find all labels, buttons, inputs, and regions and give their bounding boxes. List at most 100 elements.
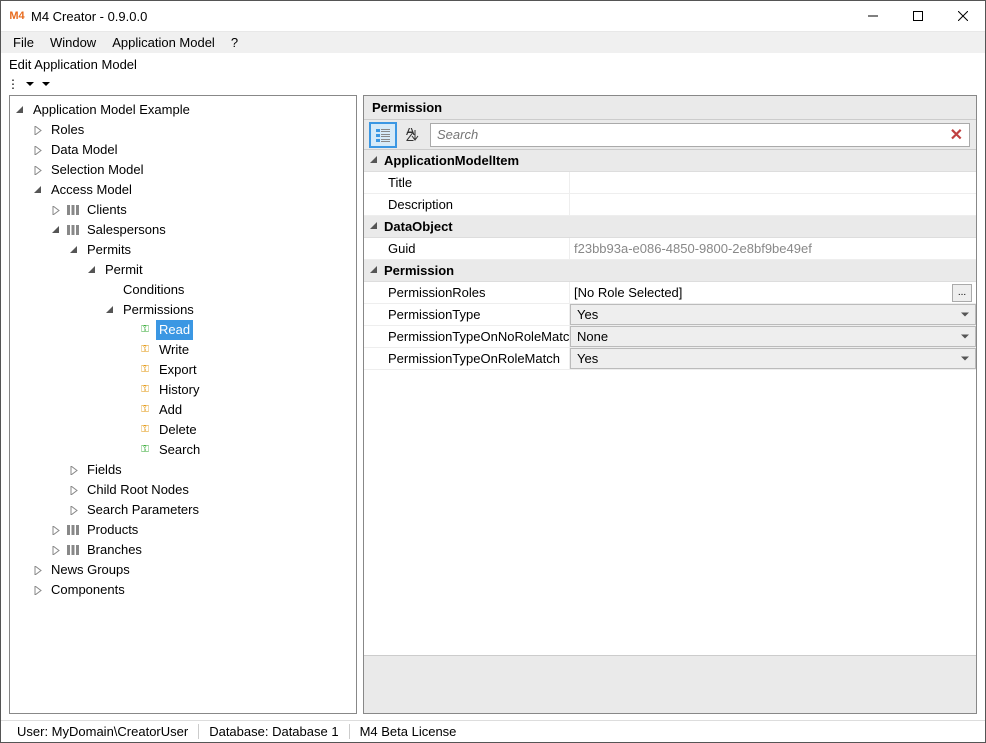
alphabetical-button[interactable]: AZ <box>400 123 426 147</box>
tree-components[interactable]: Components <box>30 580 354 600</box>
properties-grid: ApplicationModelItem Title Description D… <box>364 150 976 655</box>
properties-toolbar: AZ ✕ <box>364 120 976 150</box>
tree-read[interactable]: ⚿Read <box>120 320 354 340</box>
tree-child-root-nodes[interactable]: Child Root Nodes <box>66 480 354 500</box>
collapse-icon[interactable] <box>86 264 98 276</box>
status-user: User: MyDomain\CreatorUser <box>7 724 199 739</box>
category-dataobject[interactable]: DataObject <box>364 216 976 238</box>
tree-export[interactable]: ⚿Export <box>120 360 354 380</box>
tree-delete[interactable]: ⚿Delete <box>120 420 354 440</box>
expand-icon[interactable] <box>68 464 80 476</box>
panel-caption: Edit Application Model <box>1 53 985 75</box>
prop-type-select[interactable]: Yes <box>570 304 976 325</box>
table-icon <box>66 225 80 235</box>
expand-icon[interactable] <box>50 524 62 536</box>
tree-clients[interactable]: Clients <box>48 200 354 220</box>
prop-permission-roles[interactable]: PermissionRoles[No Role Selected]... <box>364 282 976 304</box>
collapse-icon[interactable] <box>368 221 380 233</box>
search-input[interactable] <box>437 127 950 142</box>
close-button[interactable] <box>940 1 985 31</box>
titlebar: M4 M4 Creator - 0.9.0.0 <box>1 1 985 31</box>
tiny-toolbar: ⋮ <box>1 75 985 93</box>
properties-description-area <box>364 655 976 713</box>
maximize-button[interactable] <box>895 1 940 31</box>
key-icon: ⚿ <box>138 400 152 420</box>
prop-desc-value[interactable] <box>570 194 976 215</box>
prop-rolematch-select[interactable]: Yes <box>570 348 976 369</box>
category-app-item[interactable]: ApplicationModelItem <box>364 150 976 172</box>
expand-icon[interactable] <box>50 204 62 216</box>
tree-news-groups[interactable]: News Groups <box>30 560 354 580</box>
prop-title-value[interactable] <box>570 172 976 193</box>
tree-branches[interactable]: Branches <box>48 540 354 560</box>
properties-panel: Permission AZ ✕ ApplicationModelItem Tit… <box>363 95 977 714</box>
collapse-icon[interactable] <box>32 184 44 196</box>
tree-permits[interactable]: Permits <box>66 240 354 260</box>
expand-icon[interactable] <box>32 584 44 596</box>
prop-title[interactable]: Title <box>364 172 976 194</box>
tree-panel[interactable]: Application Model Example Roles Data Mod… <box>9 95 357 714</box>
collapse-icon[interactable] <box>68 244 80 256</box>
collapse-icon[interactable] <box>368 155 380 167</box>
tree-root[interactable]: Application Model Example <box>12 100 354 120</box>
tree-history[interactable]: ⚿History <box>120 380 354 400</box>
properties-title: Permission <box>364 96 976 120</box>
key-icon: ⚿ <box>138 320 152 340</box>
tree-search-params[interactable]: Search Parameters <box>66 500 354 520</box>
key-icon: ⚿ <box>138 440 152 460</box>
menu-application-model[interactable]: Application Model <box>104 33 223 52</box>
category-permission[interactable]: Permission <box>364 260 976 282</box>
tree-roles[interactable]: Roles <box>30 120 354 140</box>
toolbar-dropdown-button[interactable] <box>40 78 52 90</box>
tree-selection-model[interactable]: Selection Model <box>30 160 354 180</box>
tree-add[interactable]: ⚿Add <box>120 400 354 420</box>
ellipsis-button[interactable]: ... <box>952 284 972 302</box>
app-logo: M4 <box>9 8 25 24</box>
tree-search[interactable]: ⚿Search <box>120 440 354 460</box>
chevron-down-icon <box>961 355 969 363</box>
tree-products[interactable]: Products <box>48 520 354 540</box>
tree-write[interactable]: ⚿Write <box>120 340 354 360</box>
tree-salespersons[interactable]: Salespersons <box>48 220 354 240</box>
prop-no-role-match[interactable]: PermissionTypeOnNoRoleMatchNone <box>364 326 976 348</box>
tree-permissions[interactable]: Permissions <box>102 300 354 320</box>
statusbar: User: MyDomain\CreatorUser Database: Dat… <box>1 720 985 742</box>
collapse-icon[interactable] <box>50 224 62 236</box>
key-icon: ⚿ <box>138 380 152 400</box>
prop-roles-value[interactable]: [No Role Selected]... <box>570 282 976 303</box>
expand-icon[interactable] <box>32 164 44 176</box>
key-icon: ⚿ <box>138 340 152 360</box>
main-content: Application Model Example Roles Data Mod… <box>1 93 985 720</box>
menu-window[interactable]: Window <box>42 33 104 52</box>
expand-icon[interactable] <box>68 484 80 496</box>
clear-icon[interactable]: ✕ <box>950 125 963 145</box>
categorize-button[interactable] <box>370 123 396 147</box>
tree-conditions[interactable]: Conditions <box>102 280 354 300</box>
tree-access-model[interactable]: Access Model <box>30 180 354 200</box>
menu-help[interactable]: ? <box>223 33 246 52</box>
chevron-down-icon <box>961 333 969 341</box>
minimize-button[interactable] <box>850 1 895 31</box>
expand-icon[interactable] <box>32 124 44 136</box>
collapse-icon[interactable] <box>368 265 380 277</box>
window-title: M4 Creator - 0.9.0.0 <box>31 9 850 24</box>
expand-icon[interactable] <box>68 504 80 516</box>
table-icon <box>66 525 80 535</box>
search-box[interactable]: ✕ <box>430 123 970 147</box>
prop-norole-select[interactable]: None <box>570 326 976 347</box>
prop-description[interactable]: Description <box>364 194 976 216</box>
table-icon <box>66 205 80 215</box>
prop-role-match[interactable]: PermissionTypeOnRoleMatchYes <box>364 348 976 370</box>
expand-icon[interactable] <box>32 144 44 156</box>
tree-data-model[interactable]: Data Model <box>30 140 354 160</box>
collapse-icon[interactable] <box>104 304 116 316</box>
prop-permission-type[interactable]: PermissionTypeYes <box>364 304 976 326</box>
toolbar-expand-button[interactable] <box>24 78 36 90</box>
expand-icon[interactable] <box>50 544 62 556</box>
menu-file[interactable]: File <box>5 33 42 52</box>
tree-fields[interactable]: Fields <box>66 460 354 480</box>
svg-text:Z: Z <box>406 129 414 142</box>
expand-icon[interactable] <box>32 564 44 576</box>
collapse-icon[interactable] <box>14 104 26 116</box>
tree-permit[interactable]: Permit <box>84 260 354 280</box>
